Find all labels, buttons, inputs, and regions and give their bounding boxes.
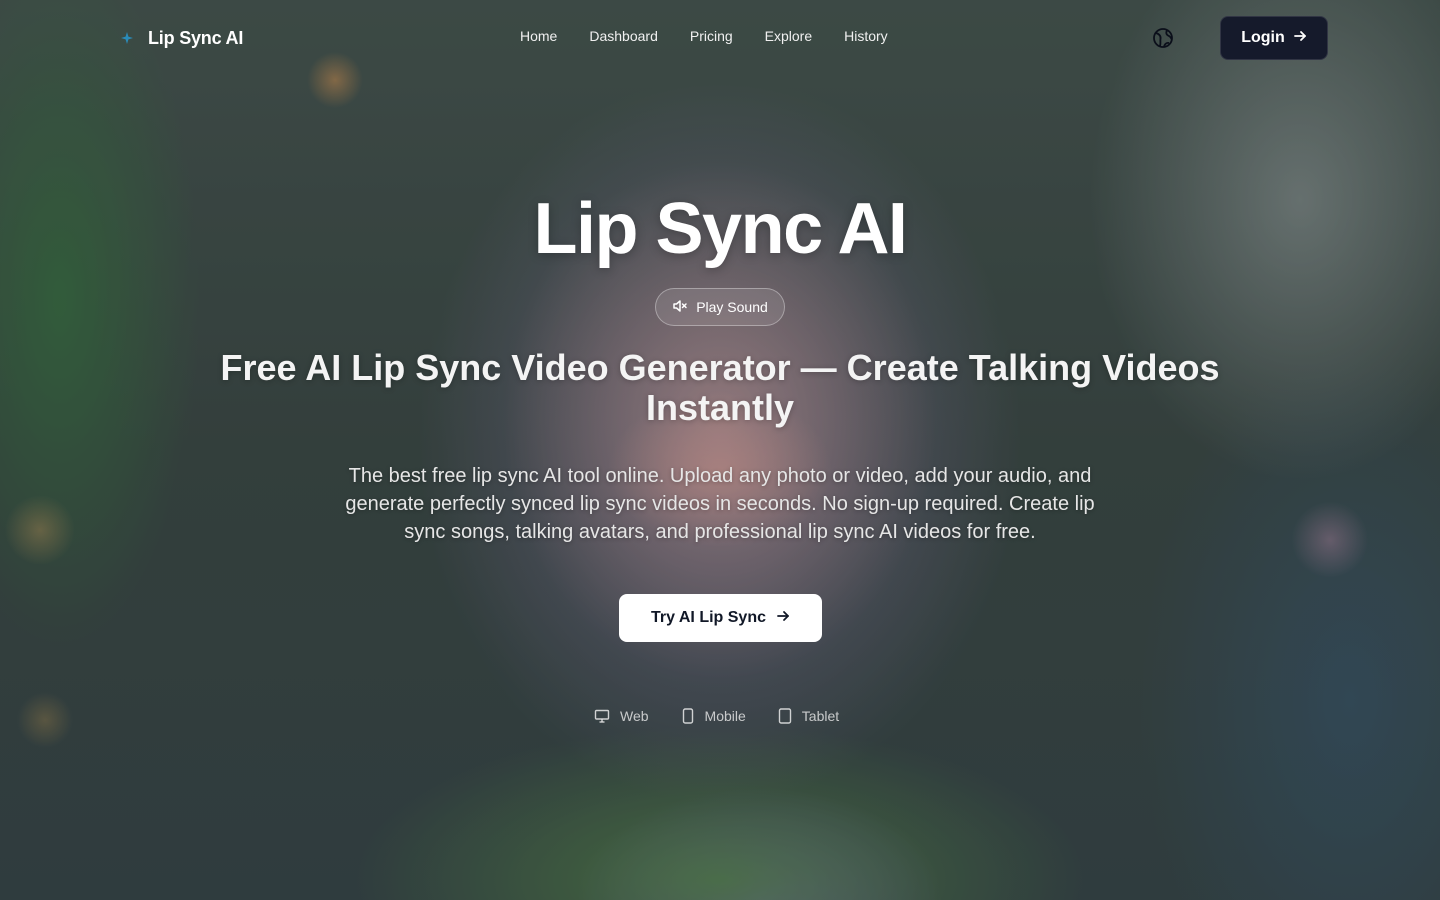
play-sound-button[interactable]: Play Sound bbox=[655, 288, 785, 326]
login-label: Login bbox=[1241, 29, 1285, 46]
login-button[interactable]: Login bbox=[1220, 16, 1328, 60]
supported-devices: Web Mobile Tablet bbox=[594, 706, 839, 726]
play-sound-label: Play Sound bbox=[696, 299, 768, 315]
globe-icon[interactable] bbox=[1152, 27, 1174, 49]
volume-mute-icon bbox=[672, 298, 688, 317]
monitor-icon bbox=[594, 708, 610, 724]
hero-description: The best free lip sync AI tool online. U… bbox=[345, 465, 1095, 543]
nav-item-home[interactable]: Home bbox=[520, 28, 557, 48]
brand-logo-link[interactable]: Lip Sync AI bbox=[120, 24, 243, 52]
device-tablet-label: Tablet bbox=[801, 708, 840, 724]
try-ai-lip-sync-button[interactable]: Try AI Lip Sync bbox=[619, 594, 822, 642]
device-mobile: Mobile bbox=[681, 708, 746, 724]
hero-title: Lip Sync AI bbox=[533, 189, 908, 269]
smartphone-icon bbox=[681, 708, 695, 724]
background-overlay bbox=[0, 0, 1440, 900]
device-web-label: Web bbox=[620, 708, 649, 724]
cta-label: Try AI Lip Sync bbox=[651, 609, 766, 626]
nav-item-dashboard[interactable]: Dashboard bbox=[589, 28, 658, 48]
hero-subtitle: Free AI Lip Sync Video Generator — Creat… bbox=[220, 347, 1220, 428]
brand-name: Lip Sync AI bbox=[148, 27, 244, 48]
arrow-right-icon bbox=[776, 609, 790, 628]
nav-item-pricing[interactable]: Pricing bbox=[690, 28, 733, 48]
device-tablet: Tablet bbox=[778, 708, 839, 724]
device-mobile-label: Mobile bbox=[704, 708, 746, 724]
site-header: Lip Sync AI Home Dashboard Pricing Explo… bbox=[0, 0, 1440, 76]
arrow-right-icon bbox=[1293, 29, 1307, 48]
nav-item-explore[interactable]: Explore bbox=[765, 28, 812, 48]
tablet-icon bbox=[778, 708, 792, 724]
main-nav: Home Dashboard Pricing Explore History bbox=[520, 28, 888, 48]
device-web: Web bbox=[594, 708, 649, 724]
sparkle-icon bbox=[120, 31, 134, 45]
nav-item-history[interactable]: History bbox=[844, 28, 888, 48]
